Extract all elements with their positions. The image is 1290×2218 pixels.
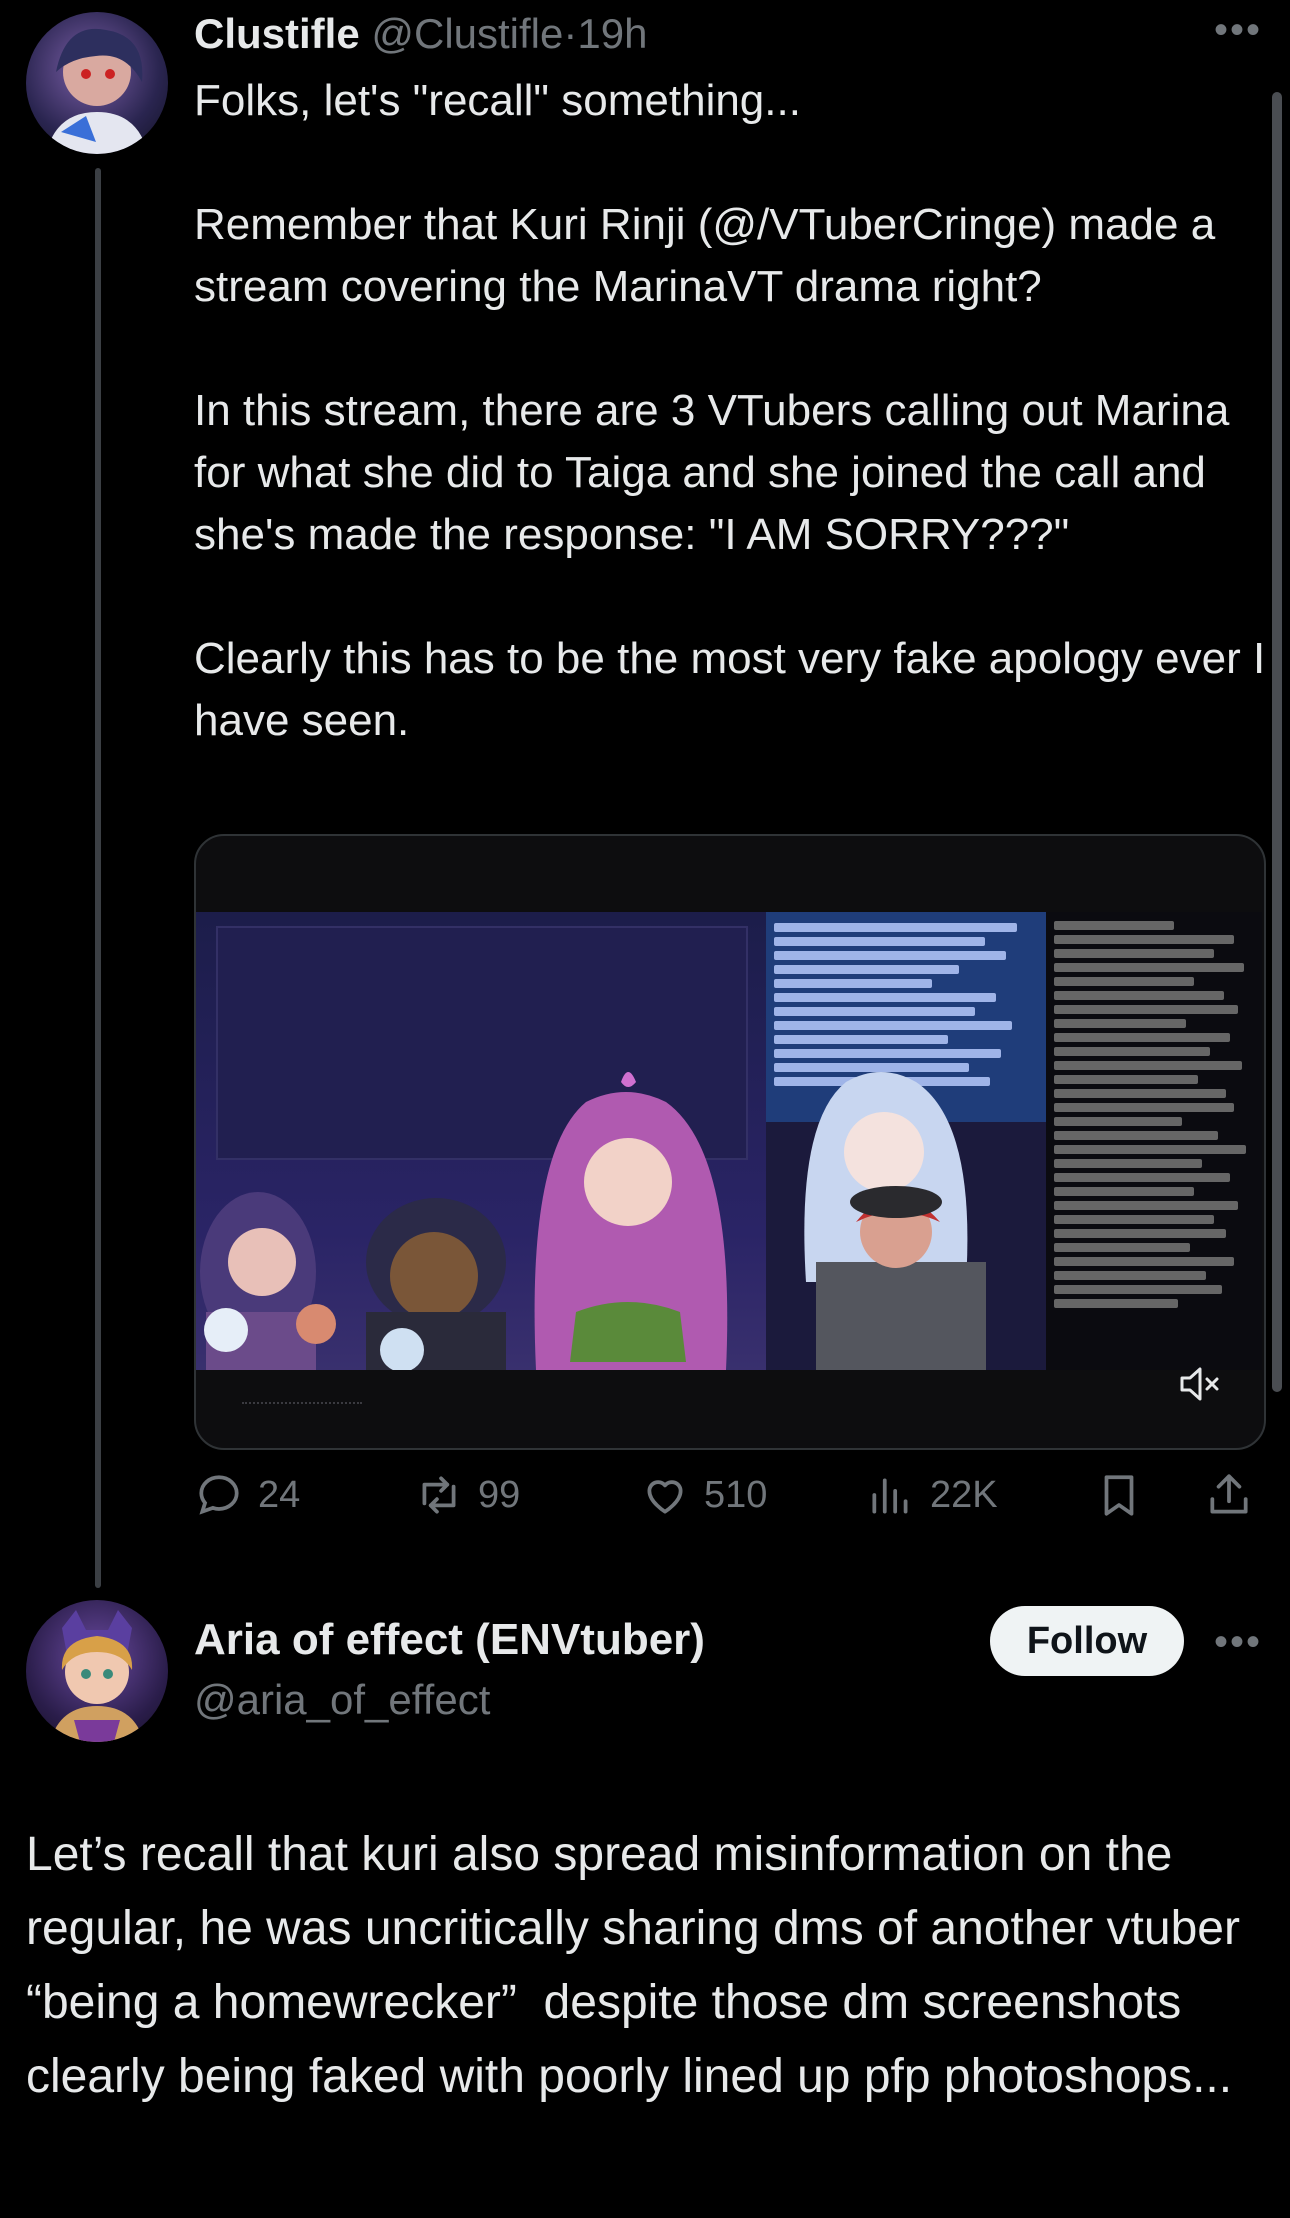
more-options-icon[interactable]: ••• bbox=[1214, 8, 1262, 53]
repost-button[interactable]: 99 bbox=[414, 1470, 520, 1520]
avatar-clustifle[interactable] bbox=[26, 12, 168, 154]
video-frame bbox=[196, 912, 1262, 1370]
bookmark-icon bbox=[1104, 1475, 1134, 1516]
repost-icon bbox=[422, 1476, 456, 1514]
more-options-icon-2[interactable]: ••• bbox=[1214, 1620, 1262, 1665]
views-count: 22K bbox=[930, 1473, 998, 1516]
views-button[interactable]: 22K bbox=[866, 1470, 998, 1520]
share-button[interactable] bbox=[1204, 1470, 1254, 1520]
repost-count: 99 bbox=[478, 1473, 521, 1516]
bookmark-button[interactable] bbox=[1094, 1470, 1144, 1520]
separator: · bbox=[563, 10, 578, 57]
reply-icon bbox=[199, 1475, 239, 1515]
chat-panel-secondary bbox=[1046, 912, 1262, 1370]
timestamp[interactable]: 19h bbox=[577, 10, 647, 57]
reply-count: 24 bbox=[258, 1473, 301, 1516]
speaker-muted-icon[interactable] bbox=[1178, 1364, 1222, 1404]
video-player[interactable] bbox=[194, 834, 1266, 1450]
share-icon bbox=[1210, 1474, 1248, 1514]
heart-icon bbox=[647, 1480, 683, 1514]
avatar-aria[interactable] bbox=[26, 1600, 168, 1742]
author-display-name[interactable]: Aria of effect (ENVtuber) bbox=[194, 1612, 705, 1668]
display-name[interactable]: Clustifle bbox=[194, 10, 360, 57]
like-button[interactable]: 510 bbox=[640, 1470, 767, 1520]
stream-characters bbox=[200, 1072, 986, 1370]
author-handle[interactable]: @aria_of_effect bbox=[194, 1672, 490, 1728]
tweet-header: Clustifle @Clustifle·19h bbox=[194, 6, 647, 62]
views-icon bbox=[872, 1478, 908, 1514]
video-scrubber[interactable] bbox=[242, 1402, 362, 1414]
tweet-text: Folks, let's "recall" something... Remem… bbox=[194, 76, 1266, 745]
follow-button[interactable]: Follow bbox=[990, 1606, 1184, 1676]
like-count: 510 bbox=[704, 1473, 768, 1516]
thread-line bbox=[95, 168, 101, 1588]
reply-button[interactable]: 24 bbox=[194, 1470, 300, 1520]
tweet-actions: 24 99 510 22K bbox=[194, 1470, 1264, 1528]
tweet-2-text: Let’s recall that kuri also spread misin… bbox=[26, 1828, 1254, 2103]
handle[interactable]: @Clustifle bbox=[371, 10, 563, 57]
